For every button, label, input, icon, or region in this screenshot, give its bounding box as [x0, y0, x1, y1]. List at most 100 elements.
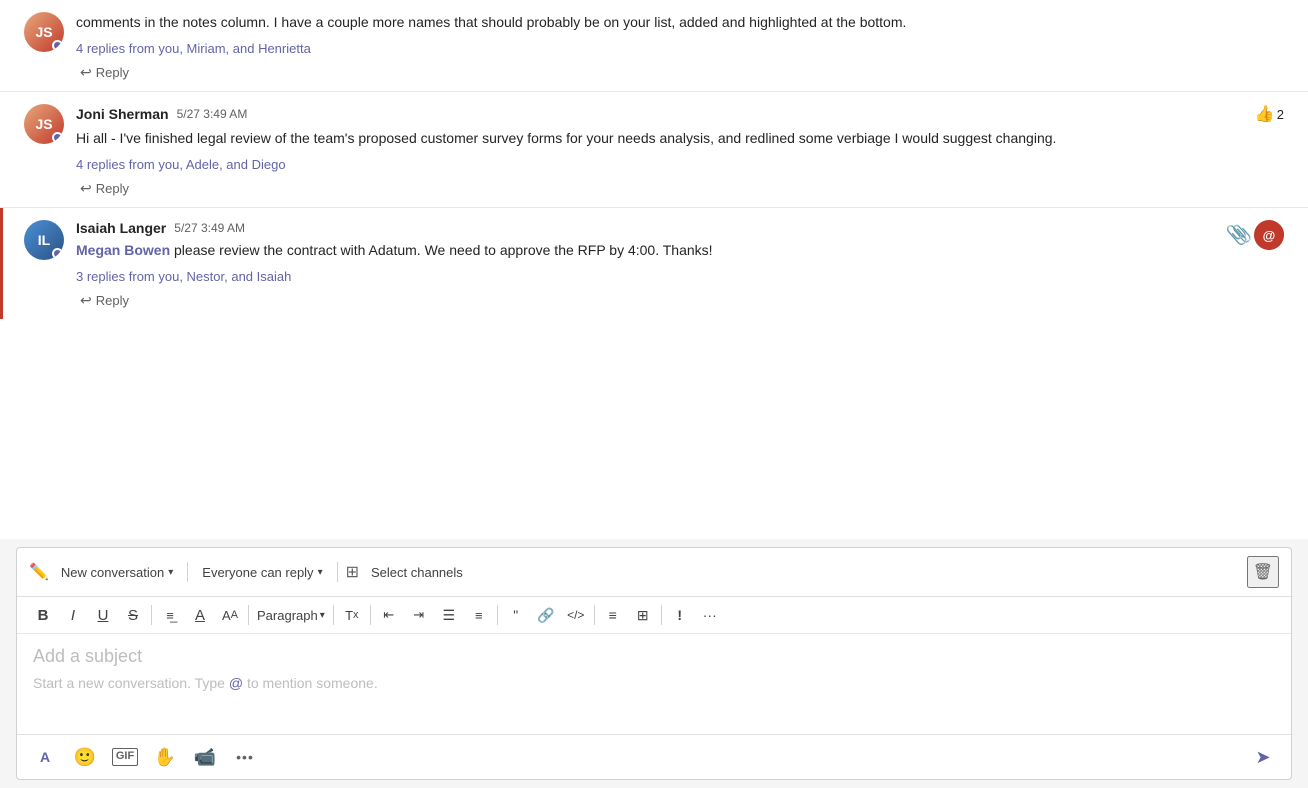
- select-channels-label: Select channels: [371, 565, 463, 580]
- bold-button[interactable]: B: [29, 601, 57, 629]
- user-mention-avatar-top[interactable]: @: [1254, 220, 1284, 250]
- replies-link-isaiah[interactable]: 3 replies from you, Nestor, and Isaiah: [76, 269, 1284, 284]
- video-clip-button[interactable]: 📹: [189, 741, 221, 773]
- fmt-sep2: [248, 605, 249, 625]
- new-conversation-button[interactable]: New conversation ▾: [55, 561, 179, 584]
- message-header: Joni Sherman 5/27 3:49 AM 👍 2: [76, 104, 1284, 124]
- link-button[interactable]: 🔗: [532, 601, 560, 629]
- avatar-status: [52, 40, 63, 51]
- compose-body[interactable]: Add a subject Start a new conversation. …: [17, 634, 1291, 734]
- reply-label: Reply: [96, 181, 129, 196]
- body-placeholder-text2: to mention someone.: [243, 675, 378, 691]
- reply-arrow-icon: ↩: [80, 292, 92, 309]
- mention-name: Megan Bowen: [76, 242, 170, 258]
- message-content: comments in the notes column. I have a c…: [76, 12, 1284, 83]
- timestamp: 5/27 3:49 AM: [177, 107, 248, 121]
- strikethrough-button[interactable]: S: [119, 601, 147, 629]
- message-block-joni: JS Joni Sherman 5/27 3:49 AM 👍 2 Hi all …: [0, 92, 1308, 207]
- message-header-isaiah: Isaiah Langer 5/27 3:49 AM: [76, 220, 1284, 236]
- gif-button[interactable]: GIF: [109, 741, 141, 773]
- compose-toolbar-top: ✏️ New conversation ▾ Everyone can reply…: [17, 548, 1291, 597]
- fmt-sep6: [594, 605, 595, 625]
- fmt-sep5: [497, 605, 498, 625]
- numbering-button[interactable]: ≡: [465, 601, 493, 629]
- clear-format-button[interactable]: Tx: [338, 601, 366, 629]
- chat-container: JS comments in the notes column. I have …: [0, 0, 1308, 539]
- separator: [187, 562, 188, 582]
- message-text-isaiah: Megan Bowen please review the contract w…: [76, 240, 1284, 261]
- select-channels-button[interactable]: Select channels: [365, 561, 469, 584]
- body-placeholder[interactable]: Start a new conversation. Type @ to ment…: [33, 675, 1275, 693]
- underline-button[interactable]: U: [89, 601, 117, 629]
- formatting-toolbar: B I U S ≡̲ A AA Paragraph ▾ Tx ⇤ ⇥ ☰ ≡ "…: [17, 597, 1291, 634]
- reply-arrow-icon: ↩: [80, 180, 92, 197]
- everyone-can-reply-chevron-icon: ▾: [318, 567, 323, 578]
- reply-arrow-icon: ↩: [80, 64, 92, 81]
- at-symbol: @: [229, 675, 243, 691]
- body-placeholder-text: Start a new conversation. Type: [33, 675, 229, 691]
- decrease-indent-button[interactable]: ⇤: [375, 601, 403, 629]
- reply-button[interactable]: ↩ Reply: [76, 62, 133, 83]
- hand-raise-button[interactable]: ✋: [149, 741, 181, 773]
- message-content-isaiah: Isaiah Langer 5/27 3:49 AM Megan Bowen p…: [76, 220, 1284, 311]
- italic-button[interactable]: I: [59, 601, 87, 629]
- separator2: [337, 562, 338, 582]
- font-color-button[interactable]: A: [186, 601, 214, 629]
- everyone-can-reply-label: Everyone can reply: [202, 565, 313, 580]
- fmt-sep1: [151, 605, 152, 625]
- sender-name: Joni Sherman: [76, 106, 169, 122]
- trash-button[interactable]: 🗑: [1247, 556, 1279, 588]
- edit-icon: ✏️: [29, 562, 49, 582]
- emoji-button[interactable]: 🙂: [69, 741, 101, 773]
- paperclip-icon[interactable]: 📎: [1226, 225, 1248, 246]
- message-body-after-mention: please review the contract with Adatum. …: [174, 242, 713, 258]
- more-actions-button[interactable]: •••: [229, 741, 261, 773]
- reaction-badge: 👍 2: [1255, 104, 1284, 124]
- reply-button-isaiah[interactable]: ↩ Reply: [76, 290, 133, 311]
- gif-icon: GIF: [112, 748, 138, 765]
- priority-button[interactable]: !: [666, 601, 694, 629]
- more-format-button[interactable]: ···: [696, 601, 724, 629]
- fmt-sep7: [661, 605, 662, 625]
- reaction-count: 2: [1277, 107, 1284, 122]
- subject-placeholder[interactable]: Add a subject: [33, 646, 1275, 667]
- compose-area: ✏️ New conversation ▾ Everyone can reply…: [16, 547, 1292, 780]
- align-button[interactable]: ≡: [599, 601, 627, 629]
- highlight-button[interactable]: ≡̲: [156, 601, 184, 629]
- send-button[interactable]: ➤: [1247, 741, 1279, 773]
- fmt-sep3: [333, 605, 334, 625]
- everyone-can-reply-button[interactable]: Everyone can reply ▾: [196, 561, 328, 584]
- avatar-isaiah: IL: [24, 220, 64, 260]
- bullets-button[interactable]: ☰: [435, 601, 463, 629]
- font-size-button[interactable]: AA: [216, 601, 244, 629]
- sender-name-isaiah: Isaiah Langer: [76, 220, 166, 236]
- message-block: JS comments in the notes column. I have …: [0, 0, 1308, 91]
- replies-link-joni[interactable]: 4 replies from you, Adele, and Diego: [76, 157, 1284, 172]
- compose-footer: A 🙂 GIF ✋ 📹 ••• ➤: [17, 734, 1291, 779]
- paragraph-select[interactable]: Paragraph ▾: [253, 601, 329, 629]
- reply-label: Reply: [96, 293, 129, 308]
- message-block-isaiah: IL Isaiah Langer 5/27 3:49 AM Megan Bowe…: [0, 208, 1308, 319]
- new-conversation-label: New conversation: [61, 565, 164, 580]
- code-button[interactable]: </>: [562, 601, 590, 629]
- avatar: JS: [24, 12, 64, 52]
- message-text: comments in the notes column. I have a c…: [76, 12, 1284, 33]
- format-text-button[interactable]: A: [29, 741, 61, 773]
- fmt-sep4: [370, 605, 371, 625]
- thumbs-up-icon: 👍: [1255, 104, 1275, 124]
- avatar-initials: JS: [35, 24, 52, 40]
- timestamp-isaiah: 5/27 3:49 AM: [174, 221, 245, 235]
- new-conversation-chevron-icon: ▾: [168, 567, 173, 578]
- increase-indent-button[interactable]: ⇥: [405, 601, 433, 629]
- reply-button-joni[interactable]: ↩ Reply: [76, 178, 133, 199]
- quote-button[interactable]: ": [502, 601, 530, 629]
- paragraph-label: Paragraph: [257, 608, 318, 623]
- message-text-joni: Hi all - I've finished legal review of t…: [76, 128, 1284, 149]
- message-content-joni: Joni Sherman 5/27 3:49 AM 👍 2 Hi all - I…: [76, 104, 1284, 199]
- avatar-initials-isaiah: IL: [38, 232, 50, 248]
- table-button[interactable]: ⊞: [629, 601, 657, 629]
- replies-link[interactable]: 4 replies from you, Miriam, and Henriett…: [76, 41, 1284, 56]
- avatar-joni: JS: [24, 104, 64, 144]
- avatar-initials-joni: JS: [35, 116, 52, 132]
- paragraph-chevron-icon: ▾: [320, 610, 325, 621]
